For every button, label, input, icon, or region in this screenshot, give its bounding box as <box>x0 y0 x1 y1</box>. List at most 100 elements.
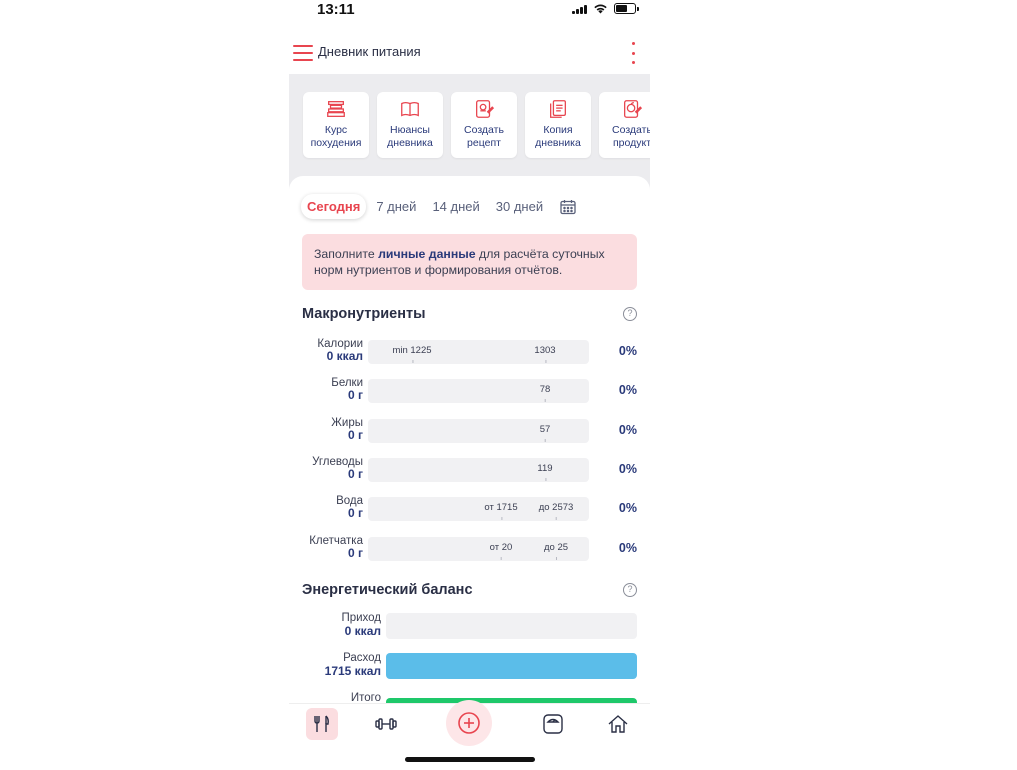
wifi-icon <box>594 4 607 14</box>
status-icons <box>572 3 639 14</box>
tab-30-days[interactable]: 30 дней <box>490 194 549 219</box>
macro-value: 0 г <box>347 467 363 481</box>
macro-percent: 0% <box>618 541 637 555</box>
macro-value: 0 г <box>347 506 363 520</box>
macro-percent: 0% <box>618 462 637 476</box>
shortcut-diary-nuances[interactable]: Нюансы дневника <box>377 92 443 158</box>
tab-today[interactable]: Сегодня <box>301 194 367 219</box>
macro-progress-track: от 1715 до 2573 <box>368 497 589 521</box>
shortcut-create-recipe[interactable]: Создать рецепт <box>451 92 517 158</box>
macro-value: 0 г <box>347 428 363 442</box>
phone-screen: 13:11 Дневник питания Курс похудения Нюа… <box>289 0 650 770</box>
balance-label: Расход 1715 ккал <box>325 652 381 678</box>
scale-icon <box>543 714 563 734</box>
battery-icon <box>614 3 639 14</box>
norm-marker: от 20 <box>489 542 513 560</box>
macro-percent: 0% <box>618 423 637 437</box>
norm-marker: 119 <box>537 463 553 481</box>
page-title: Дневник питания <box>318 44 421 59</box>
book-icon <box>401 101 419 117</box>
macro-row: Клетчатка 0 г от 20 до 25 0% <box>289 535 650 563</box>
norm-marker: min 1225 <box>392 345 432 363</box>
tab-7-days[interactable]: 7 дней <box>370 194 422 219</box>
recipe-icon <box>476 100 495 118</box>
shortcut-create-product[interactable]: Создать продукт <box>599 92 650 158</box>
balance-label: Приход 0 ккал <box>341 612 381 638</box>
shortcut-label: Нюансы дневника <box>387 124 433 149</box>
macro-label: Белки 0 г <box>331 377 363 401</box>
macro-progress-track: 119 <box>368 458 589 482</box>
personal-data-link[interactable]: личные данные <box>378 247 476 261</box>
shortcut-label: Создать рецепт <box>464 124 504 149</box>
balance-row: Расход 1715 ккал <box>289 652 650 680</box>
hamburger-menu-icon[interactable] <box>293 45 313 61</box>
macro-row: Калории 0 ккал min 1225 1303 0% <box>289 338 650 366</box>
status-bar: 13:11 <box>289 0 650 30</box>
signal-icon <box>572 4 587 14</box>
macro-progress-track: min 1225 1303 <box>368 340 589 364</box>
nav-workouts[interactable] <box>370 708 402 740</box>
macro-value: 0 г <box>347 388 363 402</box>
tab-14-days[interactable]: 14 дней <box>426 194 485 219</box>
macro-row: Жиры 0 г 57 0% <box>289 417 650 445</box>
macro-label: Жиры 0 г <box>331 417 363 441</box>
norm-marker: 78 <box>539 384 551 402</box>
macro-label: Вода 0 г <box>336 495 363 519</box>
period-tabs: Сегодня 7 дней 14 дней 30 дней <box>301 194 577 219</box>
macro-value: 0 г <box>347 546 363 560</box>
shortcut-label: Создать продукт <box>612 124 650 149</box>
nav-home[interactable] <box>602 708 634 740</box>
calendar-icon[interactable] <box>559 198 577 216</box>
macro-label: Углеводы 0 г <box>312 456 363 480</box>
home-icon <box>608 715 628 733</box>
shortcut-weight-loss-course[interactable]: Курс похудения <box>303 92 369 158</box>
macro-row: Углеводы 0 г 119 0% <box>289 456 650 484</box>
more-options-icon[interactable] <box>630 42 636 64</box>
shortcut-label: Копия дневника <box>535 124 581 149</box>
macro-value: 0 ккал <box>326 349 363 363</box>
energy-balance-title: Энергетический баланс <box>302 582 473 598</box>
shortcut-label: Курс похудения <box>310 124 362 149</box>
norm-marker: до 2573 <box>538 502 574 520</box>
balance-name: Приход <box>341 612 381 624</box>
app-header: Дневник питания <box>289 36 650 72</box>
copy-diary-icon <box>550 100 566 118</box>
macronutrients-help-icon[interactable]: ? <box>623 307 637 321</box>
macro-row: Вода 0 г от 1715 до 2573 0% <box>289 495 650 523</box>
norm-marker: от 1715 <box>484 502 518 520</box>
macro-progress-track: 78 <box>368 379 589 403</box>
personal-data-notice: Заполните личные данные для расчёта суто… <box>302 234 637 290</box>
balance-value: 1715 ккал <box>324 664 381 678</box>
nav-add-button[interactable] <box>446 700 492 746</box>
shortcuts-row: Курс похудения Нюансы дневника Создать р… <box>303 92 650 158</box>
balance-bar <box>386 653 637 679</box>
bottom-navigation <box>289 700 650 747</box>
status-time: 13:11 <box>317 1 355 18</box>
nav-weight[interactable] <box>537 708 569 740</box>
shortcut-copy-diary[interactable]: Копия дневника <box>525 92 591 158</box>
norm-marker: до 25 <box>543 542 569 560</box>
balance-name: Расход <box>343 652 381 664</box>
product-icon <box>624 100 643 118</box>
home-indicator <box>405 757 535 762</box>
macro-progress-track: от 20 до 25 <box>368 537 589 561</box>
macro-percent: 0% <box>618 501 637 515</box>
macro-percent: 0% <box>618 383 637 397</box>
macro-label: Клетчатка 0 г <box>309 535 363 559</box>
main-card: Сегодня 7 дней 14 дней 30 дней Заполните… <box>289 176 650 724</box>
dumbbell-icon <box>375 718 397 730</box>
macro-label: Калории 0 ккал <box>317 338 363 362</box>
course-icon <box>327 101 345 117</box>
balance-value: 0 ккал <box>344 624 381 638</box>
norm-marker: 57 <box>539 424 551 442</box>
balance-bar <box>386 613 637 639</box>
macro-percent: 0% <box>618 344 637 358</box>
notice-text-before: Заполните <box>314 247 379 261</box>
macro-row: Белки 0 г 78 0% <box>289 377 650 405</box>
norm-marker: 1303 <box>534 345 556 363</box>
nav-diary[interactable] <box>306 708 338 740</box>
macro-progress-track: 57 <box>368 419 589 443</box>
add-icon <box>458 712 480 734</box>
energy-balance-help-icon[interactable]: ? <box>623 583 637 597</box>
fork-knife-icon <box>314 715 329 732</box>
